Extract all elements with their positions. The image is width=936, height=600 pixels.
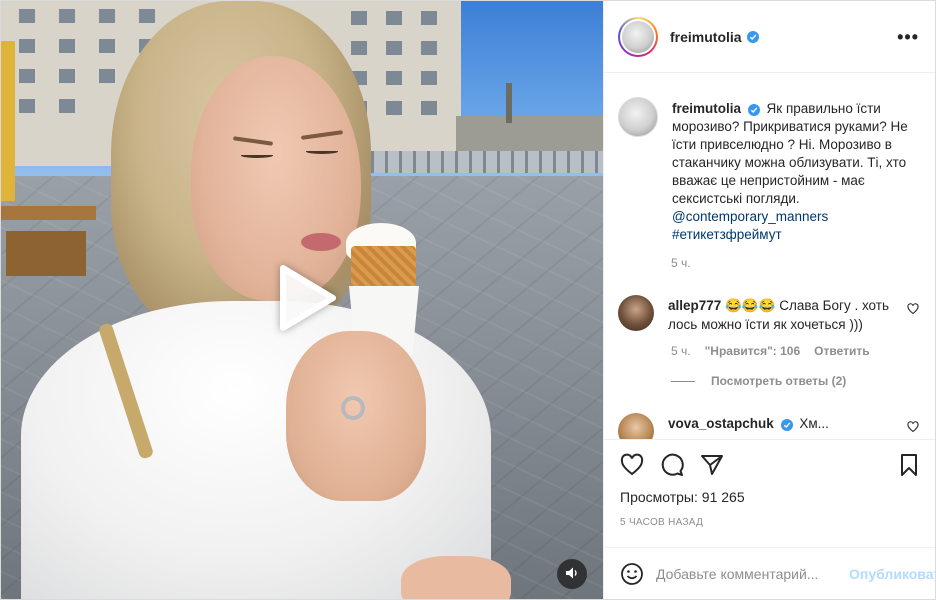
verified-badge-icon (780, 419, 793, 431)
speaker-icon (565, 566, 579, 583)
video-ring (341, 396, 365, 420)
comment-avatar[interactable] (618, 413, 654, 439)
share-icon[interactable] (700, 453, 724, 477)
verified-badge-icon (747, 104, 760, 116)
comment-username[interactable]: allep777 (668, 298, 721, 313)
comments-list[interactable]: freimutolia Як правильно їсти морозиво? … (604, 73, 935, 439)
video-bench-base (6, 231, 86, 276)
post-side-panel: freimutolia ••• freimutolia Як правильно… (603, 1, 936, 599)
video-chimney (506, 83, 512, 123)
bookmark-icon[interactable] (897, 453, 921, 477)
post-header: freimutolia ••• (604, 1, 935, 73)
views-label: Просмотры: (620, 489, 698, 505)
comment-avatar[interactable] (618, 295, 654, 331)
video-lips (301, 233, 341, 251)
post-actions (604, 439, 935, 489)
instagram-post-modal: freimutolia ••• freimutolia Як правильно… (0, 0, 936, 600)
author-avatar[interactable] (618, 16, 658, 57)
publish-button[interactable]: Опубликовать (849, 566, 936, 582)
comment-like-heart-icon[interactable] (907, 295, 919, 334)
caption-username[interactable]: freimutolia (672, 101, 741, 116)
author-username[interactable]: freimutolia (670, 29, 742, 45)
caption-time: 5 ч. (671, 256, 691, 270)
verified-badge-icon (746, 30, 759, 43)
comment-icon[interactable] (660, 453, 684, 477)
more-options-icon[interactable]: ••• (897, 28, 919, 46)
add-comment-input[interactable] (656, 565, 837, 582)
play-icon (275, 264, 337, 335)
add-comment-bar: Опубликовать (604, 547, 936, 599)
view-replies-button[interactable]: Посмотреть ответы (2) (671, 374, 919, 388)
comment-text: Хм... (799, 416, 829, 431)
video-other-hand (401, 556, 511, 599)
comment-username[interactable]: vova_ostapchuk (668, 416, 774, 431)
caption-body: Як правильно їсти морозиво? Прикриватися… (672, 101, 908, 206)
views-count[interactable]: Просмотры: 91 265 (604, 489, 935, 509)
views-number: 91 265 (701, 489, 745, 505)
post-timestamp: 5 часов назад (620, 517, 704, 528)
post-video[interactable] (1, 1, 603, 599)
comment-body: allep777 😂😂😂 Слава Богу . хоть лось можн… (668, 295, 893, 334)
replies-divider (671, 380, 695, 382)
comment-item: allep777 😂😂😂 Слава Богу . хоть лось можн… (618, 295, 919, 388)
play-button[interactable] (274, 264, 338, 331)
comment-body: vova_ostapchuk Хм... (668, 413, 893, 439)
video-bench (1, 206, 96, 220)
comment-item: vova_ostapchuk Хм... (618, 413, 919, 439)
caption: freimutolia Як правильно їсти морозиво? … (618, 97, 919, 244)
caption-mention[interactable]: @contemporary_manners (672, 209, 828, 224)
mute-button[interactable] (557, 559, 587, 589)
reply-button[interactable]: Ответить (814, 344, 869, 358)
author-name-wrap: freimutolia (670, 29, 759, 45)
comment-likes[interactable]: "Нравится": 106 (705, 344, 801, 358)
caption-avatar[interactable] (618, 97, 658, 137)
video-distant-buildings (456, 116, 603, 156)
comment-like-heart-icon[interactable] (907, 413, 919, 439)
comment-meta: 5 ч. "Нравится": 106 Ответить (671, 344, 919, 358)
video-eye-right (306, 149, 338, 154)
caption-hashtag[interactable]: #етикетзфреймут (672, 227, 782, 242)
comment-time: 5 ч. (671, 344, 691, 358)
caption-text: freimutolia Як правильно їсти морозиво? … (672, 97, 919, 244)
heart-icon[interactable] (620, 453, 644, 477)
video-eye-left (241, 153, 273, 158)
emoji-icon[interactable] (620, 562, 644, 586)
video-yellow-post (1, 41, 15, 201)
view-replies-label: Посмотреть ответы (2) (711, 374, 847, 388)
